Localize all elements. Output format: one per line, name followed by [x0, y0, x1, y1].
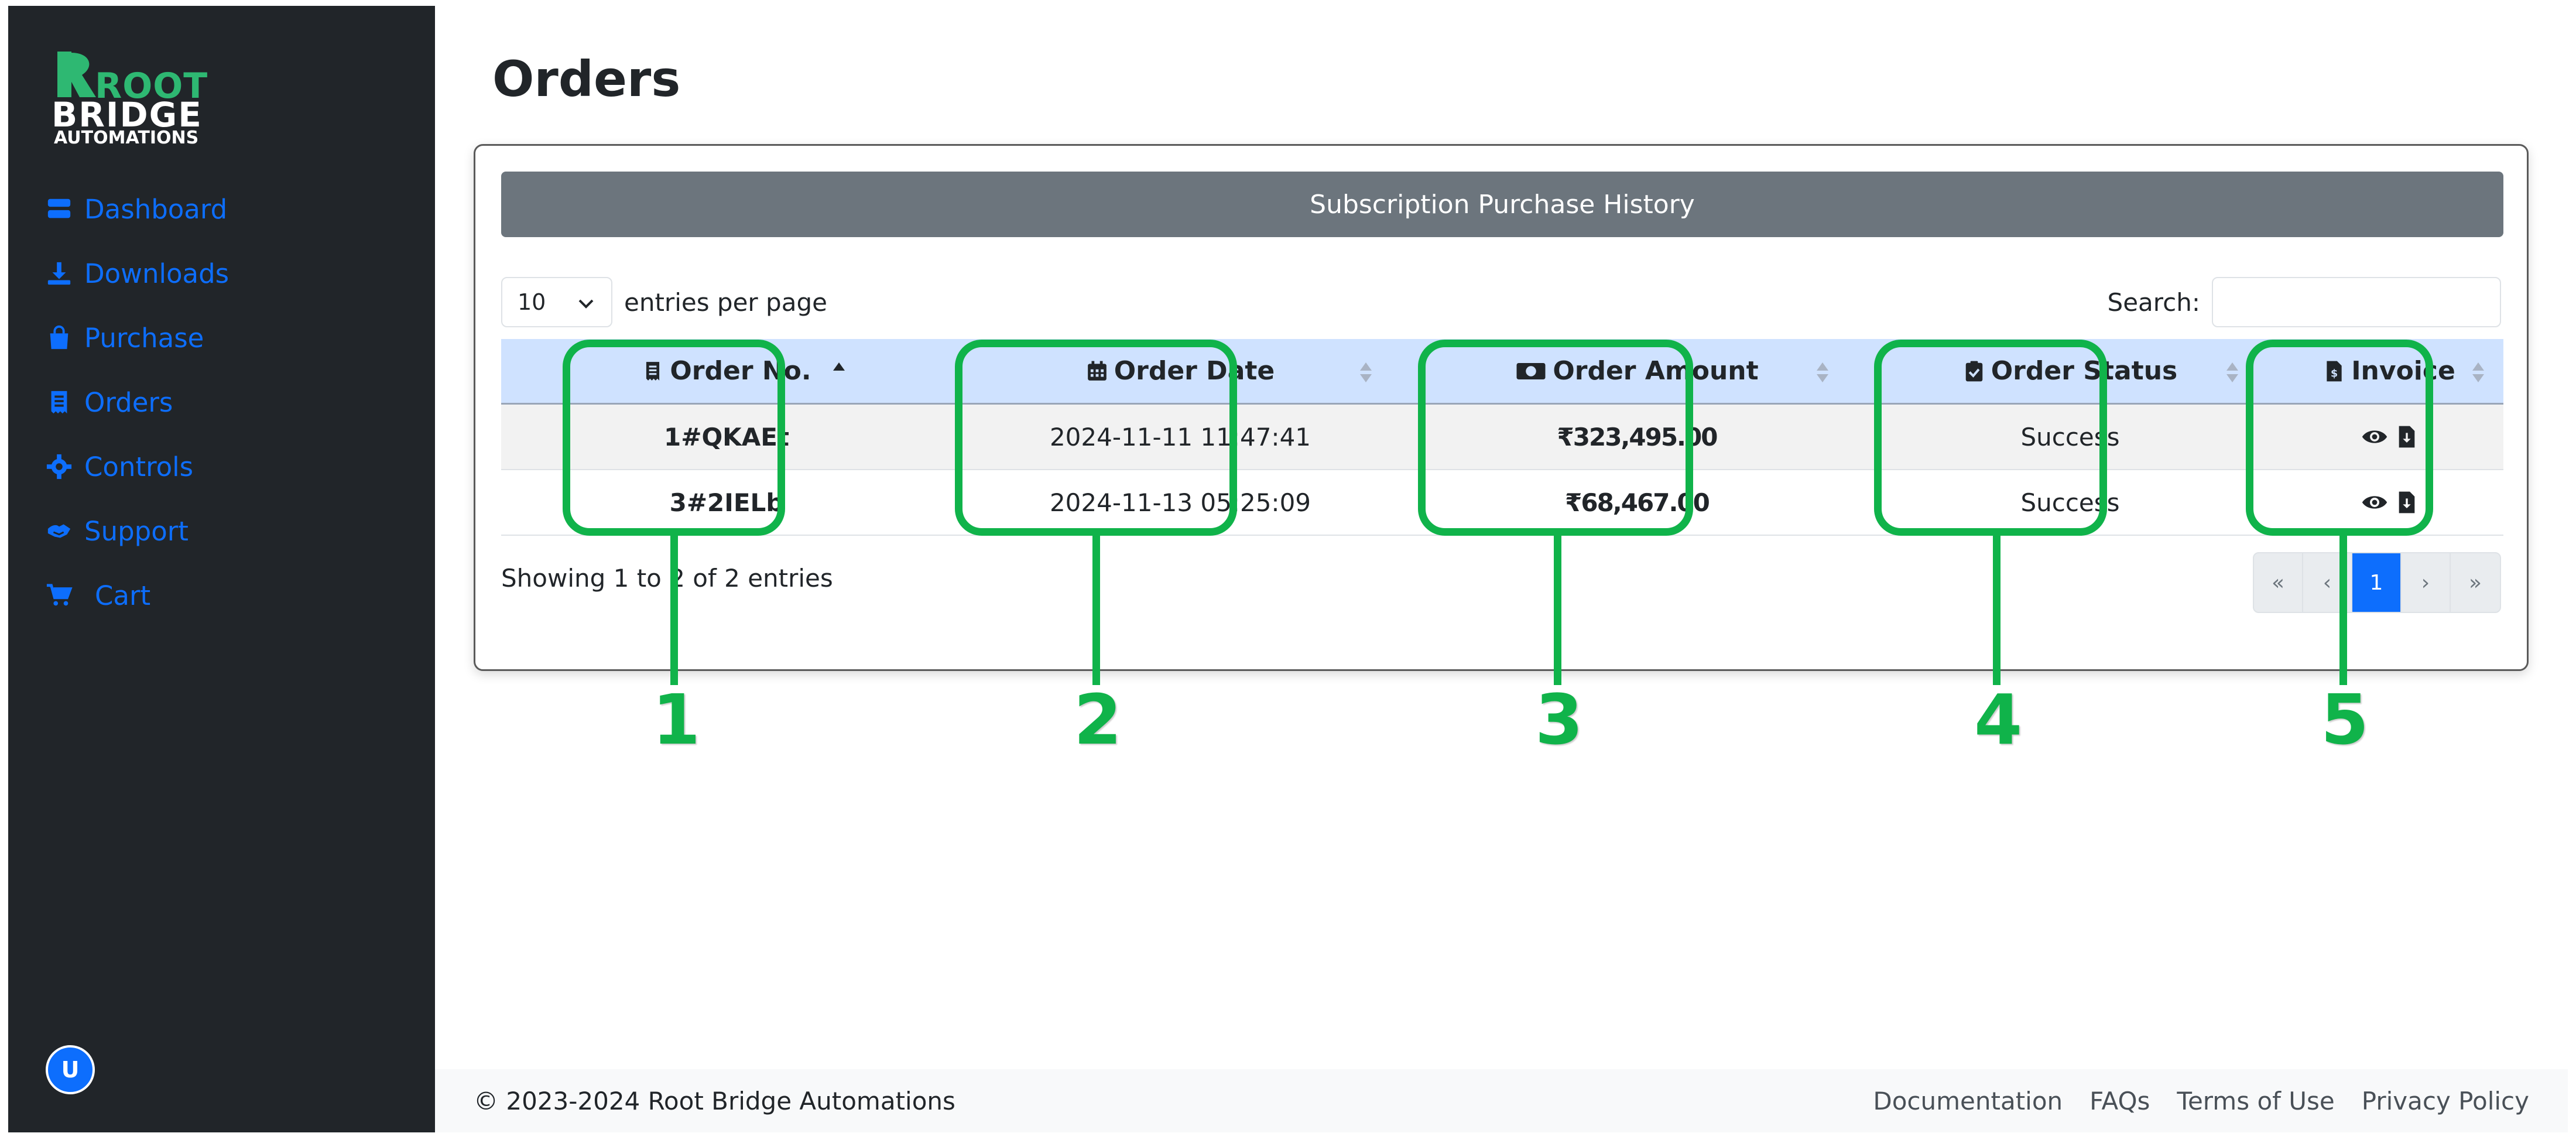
annotation-box-1: [563, 340, 785, 536]
annotation-line-3: [1554, 536, 1561, 685]
annotation-number-4: 4: [1974, 679, 2023, 760]
annotation-box-2: [955, 340, 1237, 536]
sidebar-item-label: Controls: [84, 451, 194, 482]
sidebar-item-label: Orders: [84, 386, 173, 418]
sidebar-item-label: Dashboard: [84, 193, 228, 225]
annotation-number-2: 2: [1074, 679, 1122, 760]
sidebar-item-label: Downloads: [84, 258, 229, 289]
footer-link-privacy[interactable]: Privacy Policy: [2362, 1087, 2529, 1115]
sidebar-item-label: Support: [84, 515, 189, 547]
annotation-line-2: [1092, 536, 1100, 685]
footer: © 2023-2024 Root Bridge Automations Docu…: [435, 1069, 2568, 1132]
root-bridge-logo[interactable]: ROOT BRIDGE AUTOMATIONS: [46, 43, 207, 148]
sidebar-item-controls[interactable]: Controls: [44, 434, 229, 499]
gear-icon: [44, 453, 74, 480]
footer-link-faqs[interactable]: FAQs: [2089, 1087, 2150, 1115]
sort-icon: [1815, 358, 1830, 387]
annotation-number-5: 5: [2321, 679, 2369, 760]
sidebar-item-orders[interactable]: Orders: [44, 370, 229, 434]
sidebar-item-purchase[interactable]: Purchase: [44, 306, 229, 370]
footer-link-terms[interactable]: Terms of Use: [2177, 1087, 2334, 1115]
pagination-first[interactable]: «: [2254, 553, 2303, 612]
search-label: Search:: [2107, 287, 2200, 317]
pagination-page-current[interactable]: 1: [2352, 553, 2402, 612]
pagination-next[interactable]: ›: [2402, 553, 2451, 612]
receipt-icon: [44, 389, 74, 416]
annotation-line-4: [1993, 536, 2000, 685]
annotation-number-1: 1: [652, 679, 701, 760]
sidebar-item-support[interactable]: Support: [44, 499, 229, 563]
annotation-number-3: 3: [1535, 679, 1584, 760]
logo-leaf-icon: [57, 52, 96, 97]
sidebar-item-downloads[interactable]: Downloads: [44, 241, 229, 306]
entries-value: 10: [518, 289, 546, 315]
search-input[interactable]: [2212, 277, 2501, 327]
sort-icon: [1358, 358, 1373, 387]
annotation-box-5: [2246, 340, 2433, 536]
annotation-line-1: [670, 536, 678, 685]
sort-icon: [2471, 358, 2486, 387]
sort-icon: [2225, 358, 2240, 387]
main-content: Orders Subscription Purchase History 10 …: [435, 6, 2568, 1132]
entries-per-page-select[interactable]: 10: [501, 277, 612, 327]
entries-per-page-label: entries per page: [624, 287, 827, 317]
copyright-text: © 2023-2024 Root Bridge Automations: [474, 1086, 955, 1115]
card-header: Subscription Purchase History: [501, 172, 2503, 237]
sidebar-item-dashboard[interactable]: Dashboard: [44, 177, 229, 241]
sidebar-item-label: Cart: [95, 580, 151, 611]
footer-links: Documentation FAQs Terms of Use Privacy …: [1873, 1087, 2529, 1115]
sidebar-item-cart[interactable]: Cart: [44, 563, 229, 628]
logo-text-automations: AUTOMATIONS: [54, 128, 199, 148]
sidebar-item-label: Purchase: [84, 322, 204, 354]
dashboard-icon: [44, 196, 74, 222]
sort-ascending-icon: [831, 358, 847, 387]
sidebar: ROOT BRIDGE AUTOMATIONS Dashboard Downlo…: [8, 6, 435, 1132]
table-search: Search:: [2108, 277, 2501, 327]
page-title: Orders: [492, 50, 681, 108]
cart-icon: [44, 582, 74, 609]
handshake-icon: [44, 518, 74, 545]
shopping-bag-icon: [44, 324, 74, 351]
sidebar-nav: Dashboard Downloads Purchase Orders Cont…: [44, 177, 229, 628]
annotation-box-3: [1418, 340, 1693, 536]
download-icon: [44, 260, 74, 287]
annotation-box-4: [1874, 340, 2107, 536]
table-info-text: Showing 1 to 2 of 2 entries: [501, 564, 833, 593]
pagination: « ‹ 1 › »: [2253, 552, 2501, 613]
footer-link-documentation[interactable]: Documentation: [1873, 1087, 2063, 1115]
pagination-last[interactable]: »: [2451, 553, 2500, 612]
entries-per-page-control: 10 entries per page: [501, 277, 827, 327]
user-avatar[interactable]: U: [46, 1045, 95, 1094]
annotation-line-5: [2339, 536, 2347, 685]
chevron-down-icon: [577, 289, 595, 315]
